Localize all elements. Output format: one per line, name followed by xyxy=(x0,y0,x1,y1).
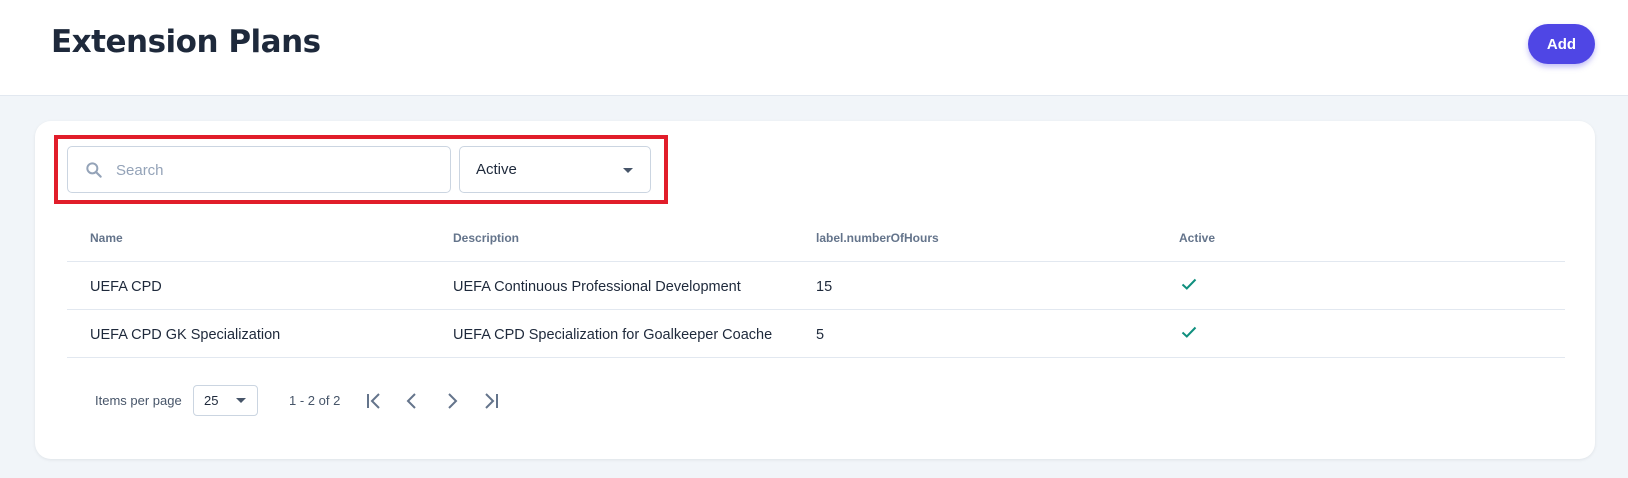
table-divider xyxy=(67,309,1565,310)
first-page-icon xyxy=(367,393,380,409)
items-per-page-label: Items per page xyxy=(95,393,182,408)
search-icon xyxy=(84,160,104,180)
check-icon xyxy=(1181,277,1197,290)
search-input[interactable] xyxy=(116,157,436,183)
cell-name: UEFA CPD xyxy=(90,279,162,295)
next-page-button[interactable] xyxy=(440,389,464,413)
table-divider xyxy=(67,261,1565,262)
cell-description: UEFA CPD Specialization for Goalkeeper C… xyxy=(453,327,773,343)
page-header: Extension Plans Add xyxy=(0,0,1628,96)
page-size-select[interactable]: 25 xyxy=(193,385,258,416)
cell-hours: 15 xyxy=(816,279,833,295)
cell-description: UEFA Continuous Professional Development xyxy=(453,279,741,295)
last-page-button[interactable] xyxy=(479,389,503,413)
previous-page-button[interactable] xyxy=(400,389,424,413)
last-page-icon xyxy=(485,393,498,409)
chevron-left-icon xyxy=(406,393,416,409)
pagination-range: 1 - 2 of 2 xyxy=(289,393,341,408)
column-header-name[interactable]: Name xyxy=(90,231,123,245)
check-icon xyxy=(1181,325,1197,338)
page-title: Extension Plans xyxy=(51,24,321,60)
chevron-down-icon xyxy=(623,168,633,173)
table-divider xyxy=(67,357,1565,358)
chevron-right-icon xyxy=(448,393,458,409)
cell-hours: 5 xyxy=(816,327,825,343)
status-filter-select[interactable]: Active xyxy=(459,146,651,193)
first-page-button[interactable] xyxy=(362,389,386,413)
page-size-value: 25 xyxy=(204,393,219,408)
column-header-description[interactable]: Description xyxy=(453,231,519,245)
chevron-down-icon xyxy=(236,398,246,403)
add-button[interactable]: Add xyxy=(1528,24,1595,64)
status-filter-value: Active xyxy=(476,161,517,178)
column-header-active[interactable]: Active xyxy=(1179,231,1215,245)
cell-name: UEFA CPD GK Specialization xyxy=(90,327,281,343)
column-header-hours[interactable]: label.numberOfHours xyxy=(816,231,939,245)
search-box[interactable] xyxy=(67,146,451,193)
